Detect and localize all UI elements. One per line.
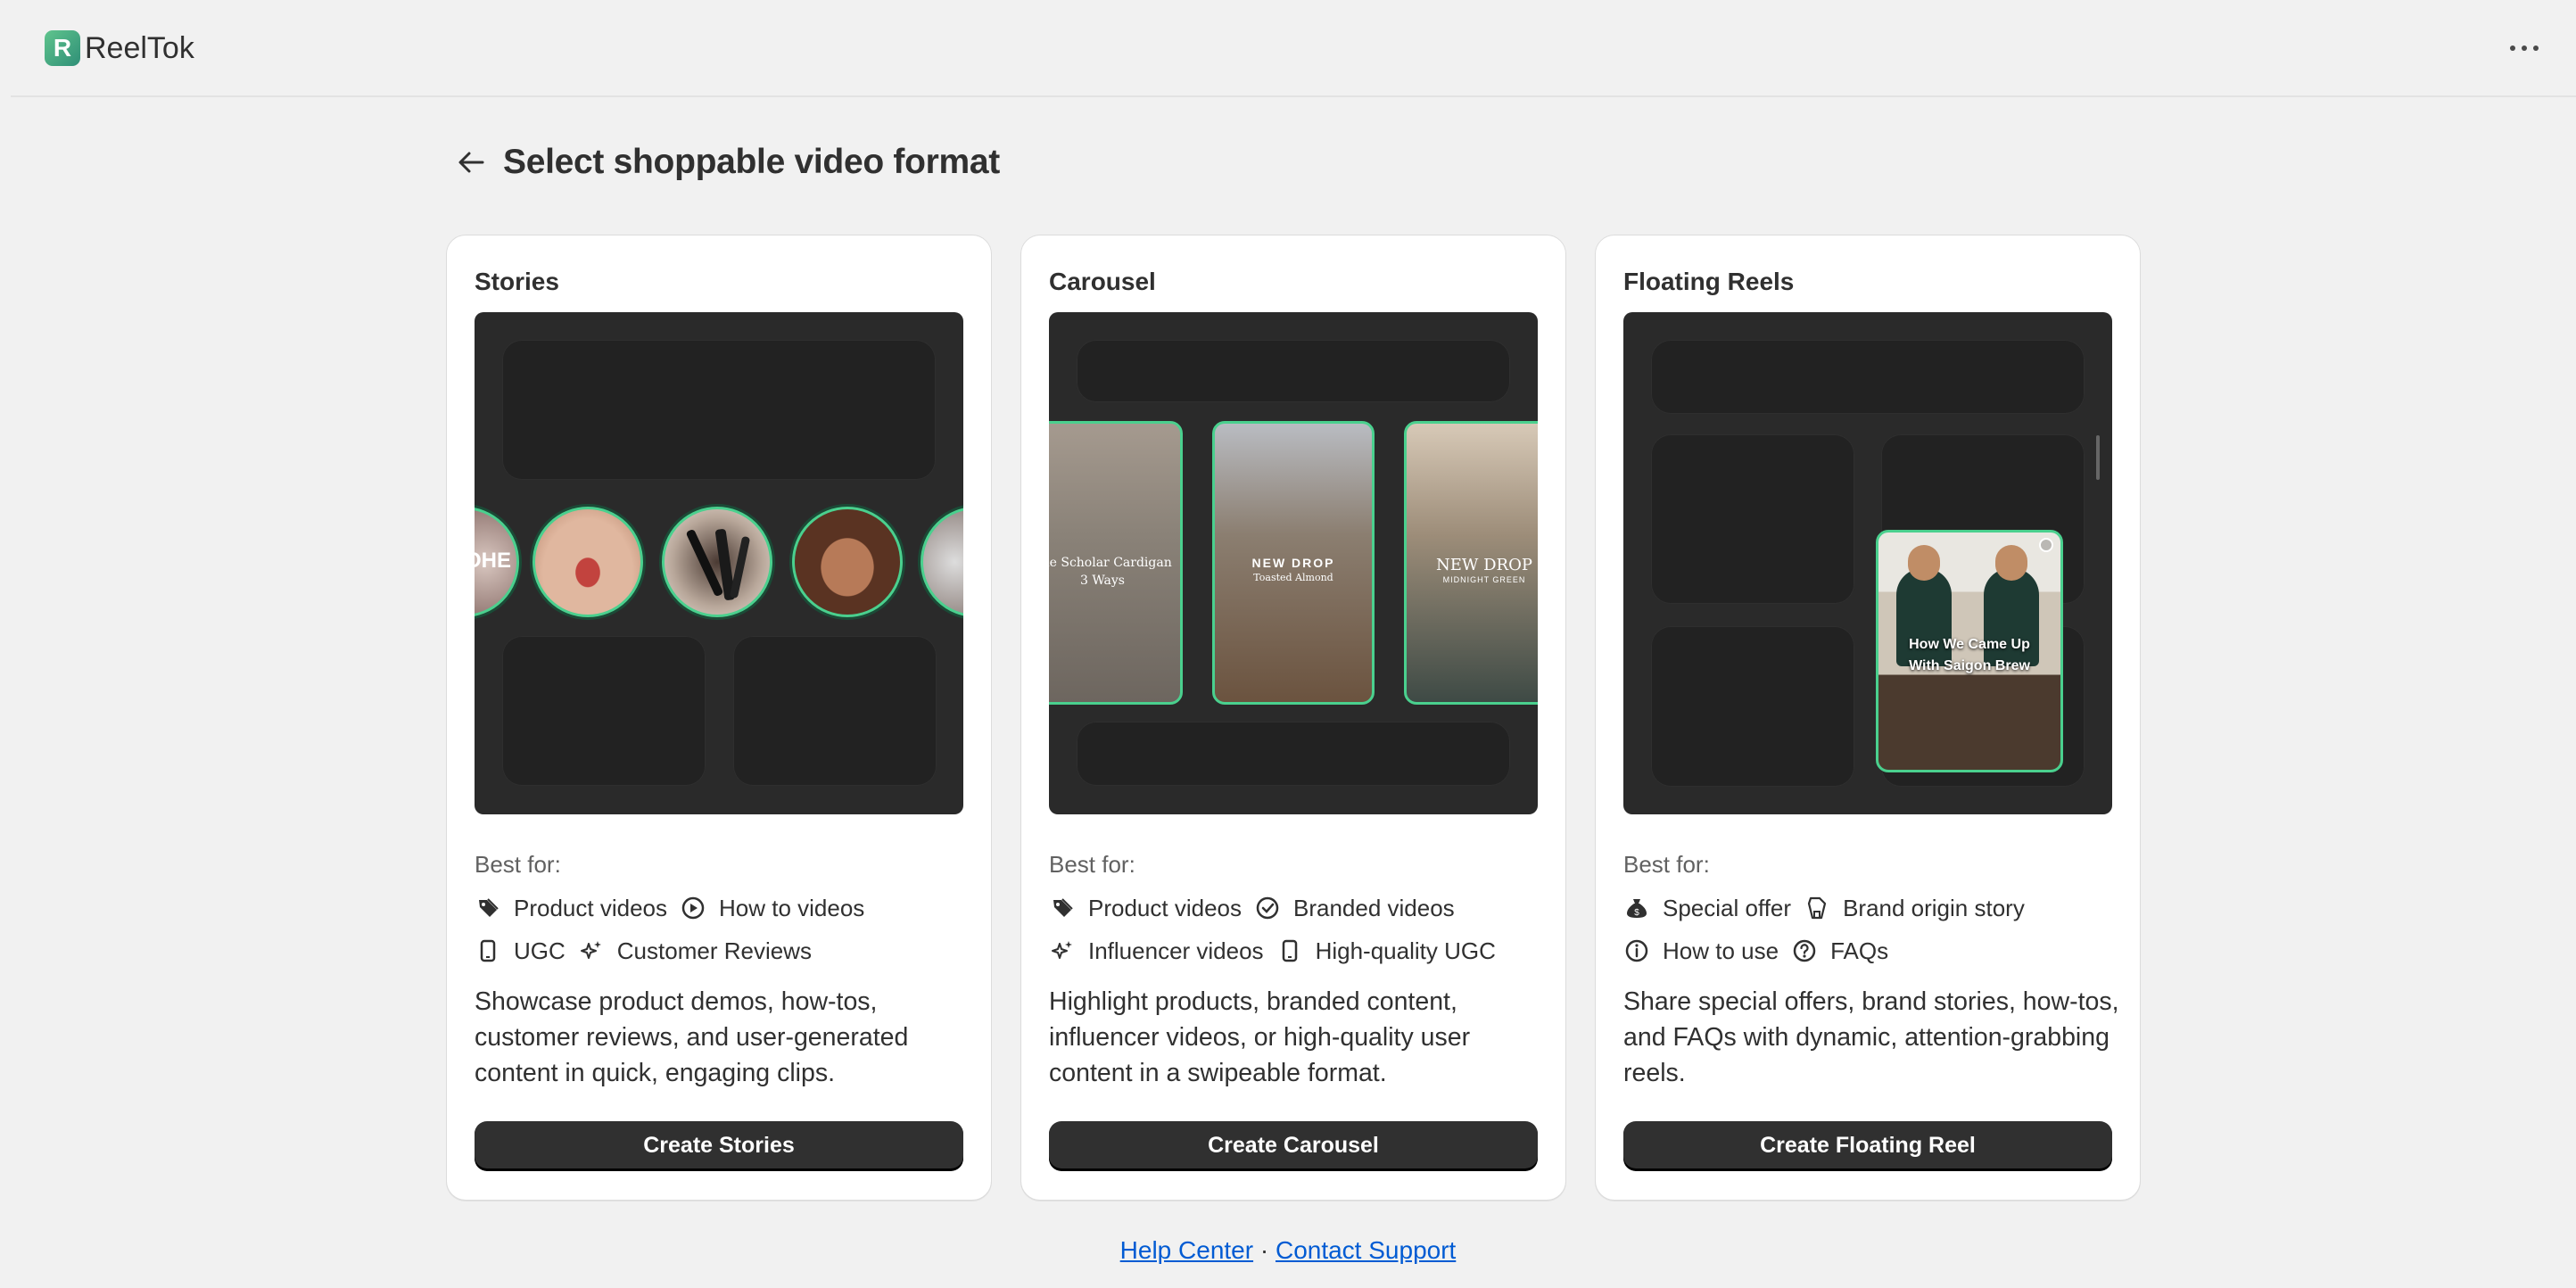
help-center-link[interactable]: Help Center <box>1120 1236 1253 1264</box>
floating-reel[interactable]: How We Came Up With Saigon Brew <box>1876 530 2063 772</box>
story-thumbnail[interactable] <box>792 507 903 617</box>
check-circle-icon <box>1256 896 1279 920</box>
card-title: Stories <box>475 268 559 295</box>
carousel-card: Carousel The Scholar Cardigan 3 Ways NEW… <box>1020 235 1566 1201</box>
carousel-tile[interactable]: The Scholar Cardigan 3 Ways <box>1049 421 1183 705</box>
tag: How to use <box>1623 937 1779 965</box>
app-name: ReelTok <box>85 30 194 65</box>
sparkle-icon <box>1052 941 1072 959</box>
card-description: Share special offers, brand stories, how… <box>1623 987 2119 1087</box>
footer-separator: · <box>1259 1236 1269 1264</box>
best-for-label: Best for: <box>475 851 561 878</box>
page-title: Select shoppable video format <box>503 143 1000 181</box>
story-thumbnail[interactable] <box>921 507 963 617</box>
play-circle-icon <box>681 896 705 920</box>
card-description: Highlight products, branded content, inf… <box>1049 987 1471 1087</box>
best-for-tags: Product videos How to videos UGC Custome… <box>475 887 974 972</box>
tag: Branded videos <box>1254 895 1455 922</box>
money-bag-icon: $ <box>1627 899 1647 918</box>
top-bar: R ReelTok <box>11 0 2576 97</box>
story-thumbnail[interactable] <box>662 507 772 617</box>
mobile-icon <box>1282 939 1297 962</box>
back-arrow-icon[interactable] <box>455 146 487 178</box>
tag: Influencer videos <box>1049 937 1264 965</box>
tag: FAQs <box>1791 937 1888 965</box>
stories-preview: OHE <box>475 312 963 814</box>
card-title: Carousel <box>1049 268 1156 295</box>
tag: UGC <box>475 937 566 965</box>
page-header: Select shoppable video format <box>455 143 1000 182</box>
tag-icon <box>1053 898 1073 917</box>
close-icon[interactable] <box>2039 538 2053 552</box>
card-description: Showcase product demos, how-tos, custome… <box>475 987 909 1087</box>
create-carousel-button[interactable]: Create Carousel <box>1049 1121 1538 1170</box>
best-for-tags: $ Special offer Brand origin story How t… <box>1623 887 2123 972</box>
tag: High-quality UGC <box>1276 937 1496 965</box>
best-for-tags: Product videos Branded videos Influencer… <box>1049 887 1548 972</box>
contact-support-link[interactable]: Contact Support <box>1276 1236 1456 1264</box>
story-thumbnail[interactable] <box>533 507 643 617</box>
info-icon <box>1625 939 1648 962</box>
stories-card: Stories OHE Best for: Product videos How… <box>446 235 992 1201</box>
tag: Customer Reviews <box>578 937 812 965</box>
tag: $ Special offer <box>1623 895 1791 922</box>
footer: Help Center · Contact Support <box>0 1236 2576 1265</box>
store-icon <box>1807 896 1827 920</box>
story-thumbnail[interactable]: OHE <box>475 507 519 617</box>
more-actions-icon[interactable] <box>2506 32 2542 64</box>
question-icon <box>1793 939 1816 962</box>
svg-text:$: $ <box>1634 908 1639 918</box>
scrollbar[interactable] <box>2096 435 2100 480</box>
carousel-tile[interactable]: NEW DROP MIDNIGHT GREEN <box>1404 421 1538 705</box>
sparkle-icon <box>580 941 601 959</box>
carousel-preview: The Scholar Cardigan 3 Ways NEW DROP Toa… <box>1049 312 1538 814</box>
carousel-tile[interactable]: NEW DROP Toasted Almond <box>1212 421 1375 705</box>
best-for-label: Best for: <box>1049 851 1135 878</box>
brand[interactable]: R ReelTok <box>45 30 194 66</box>
app-logo-icon: R <box>45 30 80 66</box>
tag: How to videos <box>680 895 864 922</box>
reel-caption: How We Came Up With Saigon Brew <box>1909 637 2030 673</box>
create-floating-reel-button[interactable]: Create Floating Reel <box>1623 1121 2112 1170</box>
tag-icon <box>479 898 499 917</box>
tag: Brand origin story <box>1804 895 2025 922</box>
tag: Product videos <box>1049 895 1242 922</box>
card-title: Floating Reels <box>1623 268 1795 295</box>
best-for-label: Best for: <box>1623 851 1710 878</box>
floating-reels-preview: How We Came Up With Saigon Brew <box>1623 312 2112 814</box>
floating-reels-card: Floating Reels How We Came Up With Saigo… <box>1595 235 2141 1201</box>
tag: Product videos <box>475 895 667 922</box>
create-stories-button[interactable]: Create Stories <box>475 1121 963 1170</box>
mobile-icon <box>480 939 496 962</box>
